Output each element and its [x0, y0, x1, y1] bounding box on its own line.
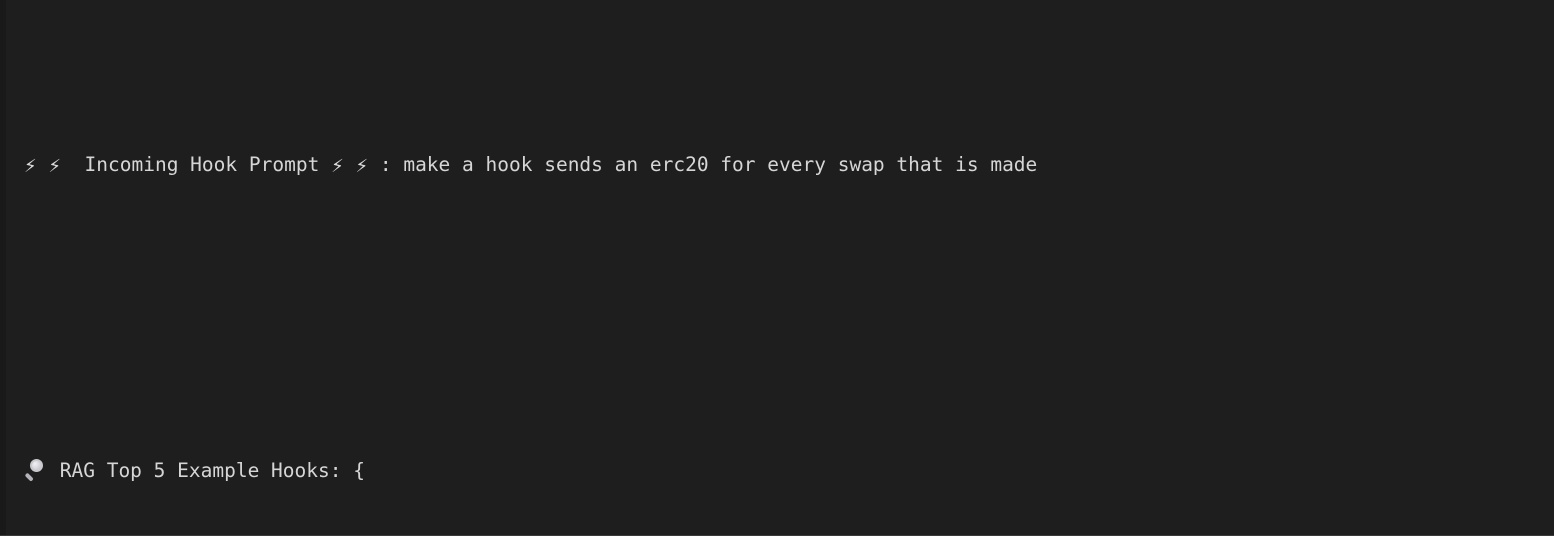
terminal-output-panel[interactable]: ⚡ ⚡ Incoming Hook Prompt ⚡ ⚡ : make a ho… [0, 0, 1554, 536]
rag-heading-line: RAG Top 5 Example Hooks: { [24, 454, 1554, 488]
prompt-separator: : [368, 153, 404, 176]
lightning-bolt-icon: ⚡ [24, 156, 37, 177]
magnifier-icon [24, 458, 48, 482]
lightning-bolt-icon: ⚡ [355, 156, 369, 177]
incoming-prompt-label: Incoming Hook Prompt [61, 153, 332, 176]
prompt-text: make a hook sends an erc20 for every swa… [403, 153, 1038, 176]
terminal-content: ⚡ ⚡ Incoming Hook Prompt ⚡ ⚡ : make a ho… [24, 12, 1554, 535]
incoming-prompt-line: ⚡ ⚡ Incoming Hook Prompt ⚡ ⚡ : make a ho… [24, 148, 1554, 182]
rag-heading-label: RAG Top 5 Example Hooks: { [48, 459, 365, 482]
lightning-bolt-icon: ⚡ [331, 156, 344, 177]
lightning-bolt-icon: ⚡ [48, 156, 62, 177]
left-gutter-strip [0, 0, 6, 535]
